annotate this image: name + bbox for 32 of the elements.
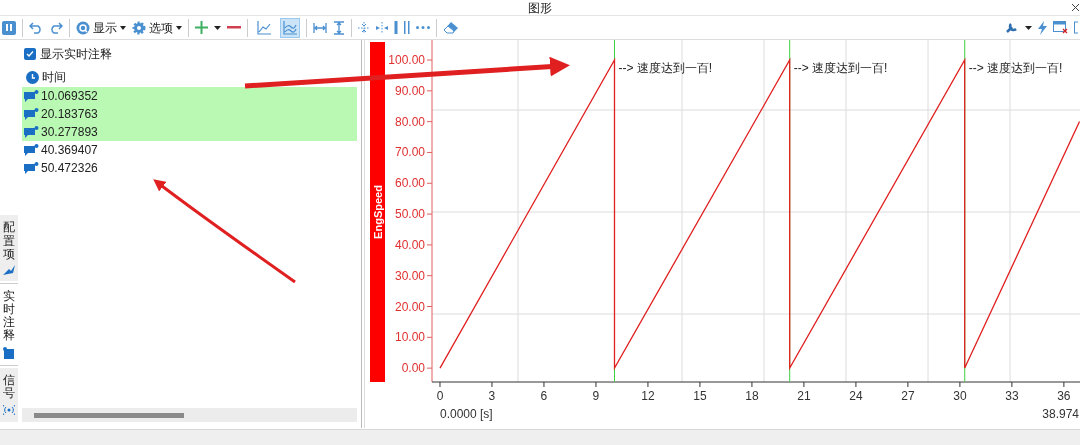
y-axis-label: EngSpeed	[371, 185, 384, 239]
y-tick-label: 20.00	[394, 299, 425, 314]
y-tick-label: 10.00	[394, 330, 425, 345]
annotation-label: --> 速度达到一百!	[618, 61, 713, 76]
y-tick-label: 60.00	[394, 176, 425, 191]
x-tick-label: 3	[488, 389, 496, 403]
y-tick-label: 30.00	[394, 268, 425, 283]
x-tick-label: 21	[797, 389, 811, 403]
start-time-label: 0.0000 [s]	[440, 407, 493, 421]
annotation-label: --> 速度达到一百!	[793, 61, 888, 76]
x-tick-label: 15	[693, 389, 707, 403]
x-tick-label: 0	[436, 389, 444, 403]
x-tick-label: 30	[953, 389, 967, 403]
x-tick-label: 27	[901, 389, 915, 403]
x-tick-label: 24	[849, 389, 863, 403]
window-title: 图形	[528, 1, 552, 14]
y-tick-label: 40.00	[394, 237, 425, 252]
x-tick-label: 33	[1005, 389, 1019, 403]
x-tick-label: 36	[1057, 389, 1071, 403]
column-header: 时间	[42, 69, 66, 86]
y-tick-label: 80.00	[394, 114, 425, 129]
x-tick-label: 9	[592, 389, 600, 403]
x-tick-label: 12	[641, 389, 655, 403]
y-tick-label: 70.00	[394, 145, 425, 160]
y-tick-label: 100.00	[388, 53, 425, 68]
y-tick-label: 0.00	[401, 361, 425, 376]
x-tick-label: 18	[745, 389, 759, 403]
y-tick-label: 90.00	[394, 83, 425, 98]
y-tick-label: 50.00	[394, 207, 425, 222]
end-time-label: 38.974	[1042, 407, 1079, 421]
x-tick-label: 6	[540, 389, 548, 403]
annotation-label: --> 速度达到一百!	[968, 61, 1063, 76]
